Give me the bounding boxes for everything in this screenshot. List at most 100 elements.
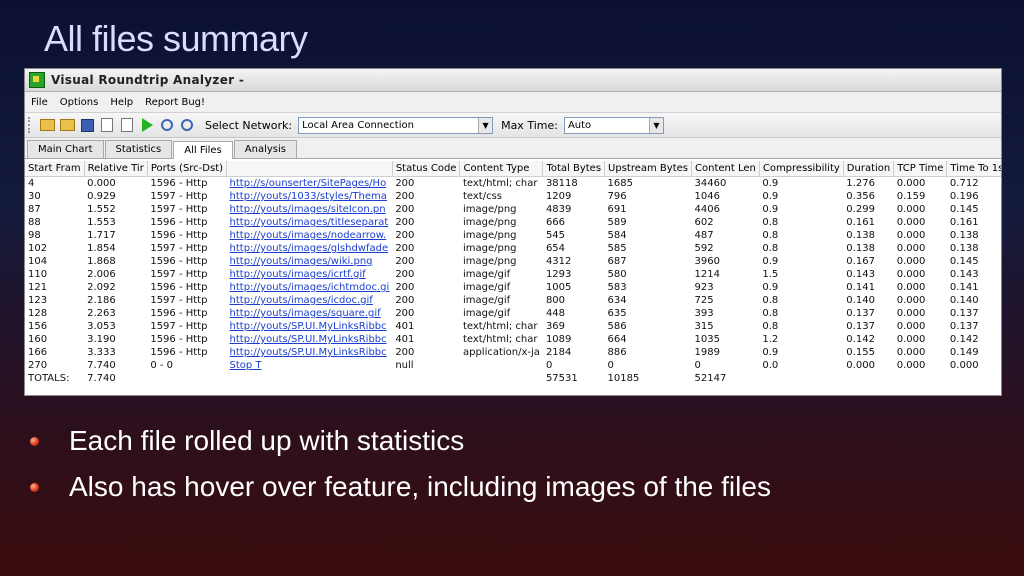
- open-recent-icon[interactable]: [59, 117, 75, 133]
- table-cell: 98: [28, 230, 41, 241]
- files-grid: Start Fram Relative Tir Ports (Src-Dst) Sta…: [25, 161, 1001, 384]
- url-link[interactable]: http://s/ounserter/SitePages/Ho: [227, 177, 393, 191]
- zoom-in-icon[interactable]: [159, 117, 175, 133]
- table-cell: 0.145: [949, 256, 979, 267]
- tab-main-chart[interactable]: Main Chart: [27, 140, 104, 158]
- bullet-item: Also has hover over feature, including i…: [30, 464, 771, 510]
- table-cell: 1046: [694, 191, 720, 202]
- table-row[interactable]: 166 3.333 1596 - Http http://youts/SP.UI.My…: [25, 346, 1001, 359]
- table-cell: 1.854: [87, 243, 116, 254]
- url-link[interactable]: http://youts/1033/styles/Thema: [227, 190, 393, 203]
- column-header[interactable]: Content Type: [459, 161, 544, 177]
- table-cell: 0.155: [846, 347, 875, 358]
- url-link[interactable]: http://youts/images/square.gif: [227, 307, 393, 320]
- table-row[interactable]: 104 1.868 1596 - Http http://youts/images/w…: [25, 255, 1001, 268]
- network-select[interactable]: Local Area Connection ▼: [298, 116, 494, 134]
- table-row[interactable]: 102 1.854 1597 - Http http://youts/images/g…: [25, 242, 1001, 255]
- url-link[interactable]: http://youts/images/icrtf.gif: [227, 268, 393, 281]
- totals-row[interactable]: TOTALS: 7.740 57531 10185 52147: [25, 372, 1001, 385]
- menu-help[interactable]: Help: [104, 97, 139, 108]
- column-header[interactable]: Total Bytes: [542, 161, 606, 177]
- table-cell: 0.137: [949, 308, 979, 319]
- table-row[interactable]: 87 1.552 1597 - Http http://youts/images/si…: [25, 203, 1001, 216]
- table-row[interactable]: 110 2.006 1597 - Http http://youts/images/i…: [25, 268, 1001, 281]
- table-cell: image/gif: [462, 295, 511, 306]
- url-link[interactable]: http://youts/images/glshdwfade: [227, 242, 393, 255]
- table-cell: [460, 372, 543, 385]
- url-link[interactable]: http://youts/images/icdoc.gif: [227, 294, 393, 307]
- column-header[interactable]: Compressibility: [759, 161, 844, 177]
- save-icon[interactable]: [79, 117, 95, 133]
- table-cell: 3.333: [87, 347, 116, 358]
- tab-analysis[interactable]: Analysis: [233, 140, 297, 158]
- table-row[interactable]: 88 1.553 1596 - Http http://youts/images/ti…: [25, 216, 1001, 229]
- table-cell: [759, 372, 843, 385]
- table-cell: image/png: [462, 256, 517, 267]
- table-cell: 393: [694, 308, 714, 319]
- table-cell: 0.000: [87, 178, 116, 189]
- url-link[interactable]: http://youts/images/wiki.png: [227, 255, 393, 268]
- url-link[interactable]: http://youts/images/ichtmdoc.gi: [227, 281, 393, 294]
- table-cell: 0: [694, 360, 701, 371]
- table-cell: 1596 - Http: [150, 256, 208, 267]
- table-row[interactable]: 156 3.053 1597 - Http http://youts/SP.UI.My…: [25, 320, 1001, 333]
- table-cell: 1597 - Http: [150, 269, 208, 280]
- table-cell: 200: [395, 256, 415, 267]
- table-cell: 666: [545, 217, 566, 228]
- url-link[interactable]: http://youts/images/titleseparat: [227, 216, 393, 229]
- table-cell: 7.740: [87, 373, 116, 384]
- table-row[interactable]: 121 2.092 1596 - Http http://youts/images/i…: [25, 281, 1001, 294]
- menu-file[interactable]: File: [25, 97, 54, 108]
- chevron-down-icon[interactable]: ▼: [648, 117, 663, 133]
- table-row[interactable]: 4 0.000 1596 - Http http://s/ounserter/Site…: [25, 177, 1001, 191]
- window-titlebar: Visual Roundtrip Analyzer -: [25, 69, 1001, 92]
- table-cell: image/png: [462, 230, 517, 241]
- column-header[interactable]: [226, 161, 393, 177]
- copy-icon[interactable]: [99, 117, 115, 133]
- max-time-select[interactable]: Auto ▼: [563, 116, 664, 134]
- table-cell: 3960: [694, 256, 720, 267]
- table-row[interactable]: 98 1.717 1596 - Http http://youts/images/no…: [25, 229, 1001, 242]
- toolbar-grip[interactable]: [28, 117, 34, 133]
- zoom-out-icon[interactable]: [179, 117, 195, 133]
- url-link[interactable]: Stop T: [227, 359, 393, 372]
- table-cell: 1685: [607, 178, 633, 189]
- column-header[interactable]: Time To 1stByte: [946, 161, 1001, 177]
- table-cell: 1.552: [87, 204, 116, 215]
- url-link[interactable]: http://youts/images/nodearrow.: [227, 229, 393, 242]
- column-header[interactable]: Upstream Bytes: [604, 161, 692, 177]
- column-header[interactable]: Duration: [843, 161, 895, 177]
- url-link[interactable]: http://youts/SP.UI.MyLinksRibbc: [227, 333, 393, 346]
- table-row[interactable]: 123 2.186 1597 - Http http://youts/images/i…: [25, 294, 1001, 307]
- table-cell: 1.868: [87, 256, 116, 267]
- column-header[interactable]: Ports (Src-Dst): [147, 161, 228, 177]
- chevron-down-icon[interactable]: ▼: [478, 117, 493, 133]
- column-header[interactable]: Content Len: [691, 161, 760, 177]
- table-cell: 104: [28, 256, 48, 267]
- table-row[interactable]: 30 0.929 1597 - Http http://youts/1033/styl…: [25, 190, 1001, 203]
- run-icon[interactable]: [139, 117, 155, 133]
- url-link[interactable]: http://youts/SP.UI.MyLinksRibbc: [227, 346, 393, 359]
- table-cell: 0.137: [949, 321, 979, 332]
- url-link[interactable]: http://youts/SP.UI.MyLinksRibbc: [227, 320, 393, 333]
- table-cell: 0.161: [949, 217, 979, 228]
- table-cell: 589: [607, 217, 627, 228]
- table-cell: text/html; char: [462, 334, 538, 345]
- table-row[interactable]: 128 2.263 1596 - Http http://youts/images/s…: [25, 307, 1001, 320]
- url-link[interactable]: http://youts/images/siteIcon.pn: [227, 203, 393, 216]
- tab-all-files[interactable]: All Files: [173, 141, 233, 159]
- table-row[interactable]: 160 3.190 1596 - Http http://youts/SP.UI.My…: [25, 333, 1001, 346]
- column-header[interactable]: Start Fram: [25, 161, 85, 177]
- menu-options[interactable]: Options: [54, 97, 105, 108]
- column-header[interactable]: Relative Tir: [84, 161, 148, 177]
- print-icon[interactable]: [119, 117, 135, 133]
- column-header[interactable]: Status Code: [392, 161, 461, 177]
- open-folder-icon[interactable]: [39, 117, 55, 133]
- tab-statistics[interactable]: Statistics: [104, 140, 173, 158]
- table-cell: 160: [28, 334, 48, 345]
- menu-report-bug[interactable]: Report Bug!: [139, 97, 211, 108]
- column-header[interactable]: TCP Time: [893, 161, 948, 177]
- table-row[interactable]: 270 7.740 0 - 0 Stop Tnull 0 0 0 0.0 0.000 0.000 0…: [25, 359, 1001, 372]
- bullet-item: Each file rolled up with statistics: [30, 418, 771, 464]
- table-cell: 1596 - Http: [150, 308, 208, 319]
